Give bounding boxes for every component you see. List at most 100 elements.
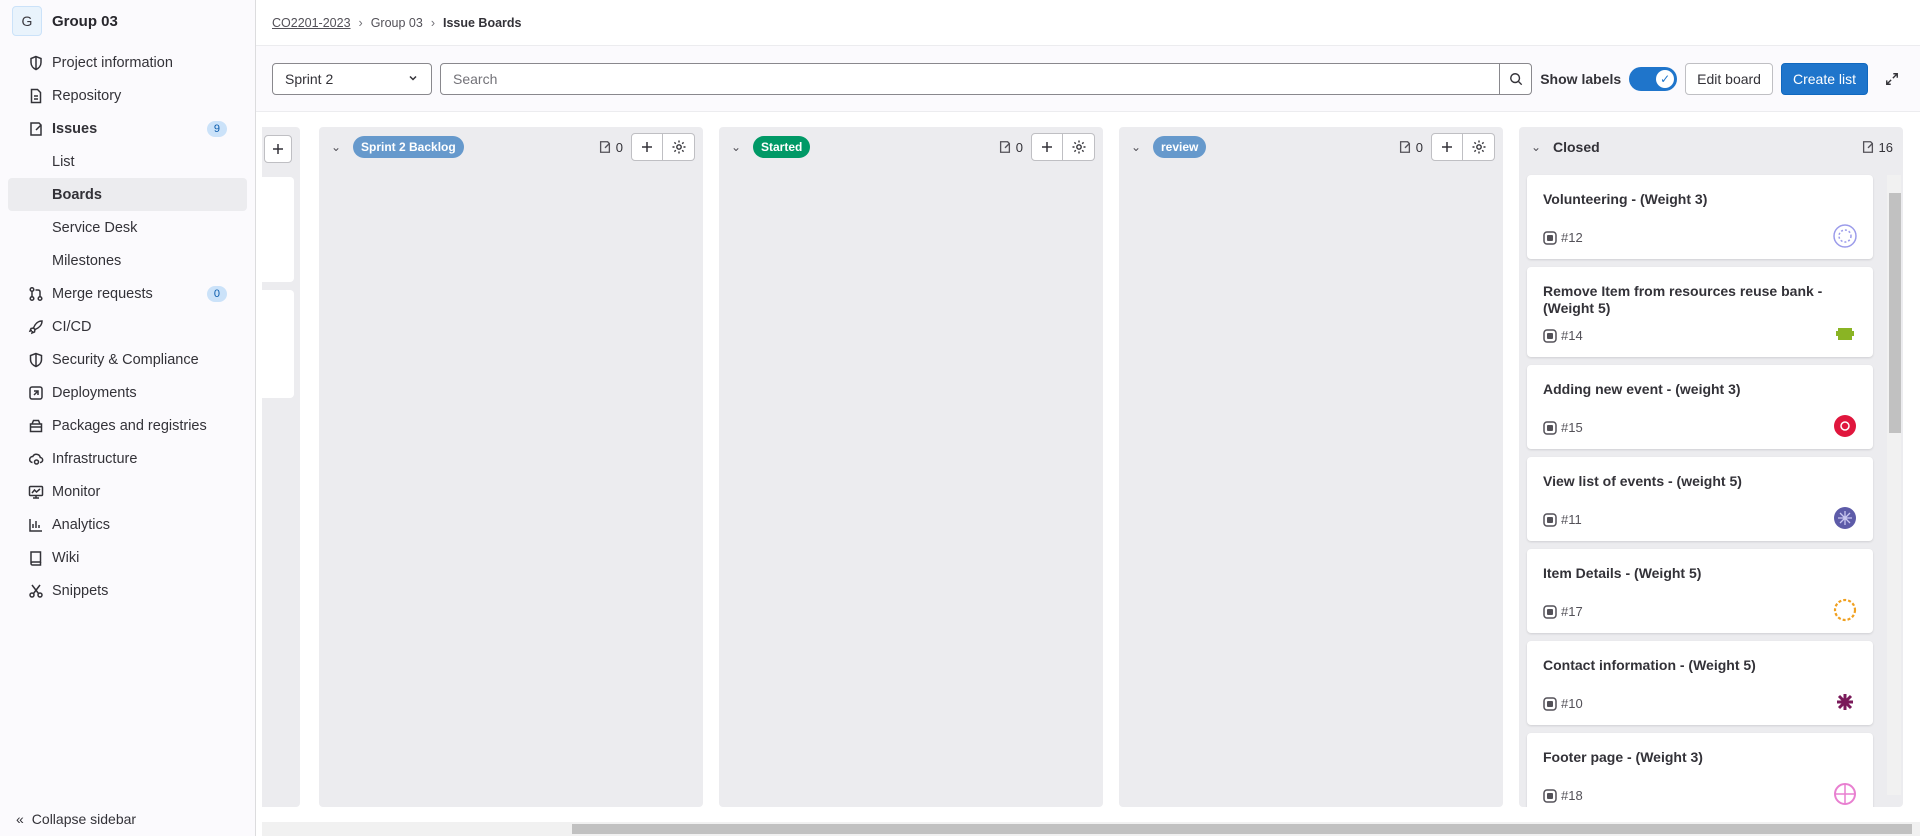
sidebar-item-repository[interactable]: Repository [8, 79, 247, 112]
group-name: Group 03 [52, 12, 118, 30]
issue-title[interactable]: Footer page - (Weight 3) [1527, 733, 1873, 766]
chevron-down-icon[interactable]: ⌄ [731, 140, 747, 154]
issue-title[interactable]: Volunteering - (Weight 3) [1527, 175, 1873, 208]
sidebar-item-issues[interactable]: Issues 9 [8, 112, 247, 145]
assignee-avatar[interactable] [1833, 506, 1857, 530]
scrollbar-thumb[interactable] [572, 824, 1912, 834]
plus-icon [1442, 142, 1452, 152]
edit-board-button[interactable]: Edit board [1685, 62, 1773, 95]
board-selector-dropdown[interactable]: Sprint 2 [272, 62, 432, 95]
list-vertical-scrollbar[interactable] [1887, 175, 1901, 795]
search-button[interactable] [1499, 63, 1531, 94]
show-labels-toggle[interactable]: ✓ [1629, 66, 1678, 91]
breadcrumb-chevron-icon: › [430, 15, 435, 30]
issue-title[interactable]: Remove Item from resources reuse bank - … [1527, 267, 1873, 317]
chevron-double-left-icon: « [16, 811, 24, 827]
chevron-down-icon[interactable]: ⌄ [331, 140, 347, 154]
add-issue-button[interactable] [1431, 133, 1463, 161]
sidebar-header[interactable]: G Group 03 [0, 0, 255, 42]
create-list-button[interactable]: Create list [1780, 62, 1868, 95]
sidebar-item-label: Merge requests [52, 285, 153, 302]
chevron-down-icon[interactable]: ⌄ [1531, 140, 1547, 154]
issue-reference: #10 [1561, 696, 1583, 711]
issue-card-partial[interactable] [262, 177, 294, 282]
list-header: ⌄ Sprint 2 Backlog 0 [319, 127, 703, 167]
issue-reference: #11 [1561, 512, 1582, 527]
issue-count-value: 0 [1015, 139, 1023, 155]
book-icon [28, 550, 44, 566]
board-horizontal-scrollbar[interactable] [262, 822, 1920, 836]
assignee-avatar[interactable] [1833, 414, 1857, 438]
issue-card[interactable]: Volunteering - (Weight 3) #12 [1527, 175, 1873, 259]
issue-card-partial[interactable] [262, 290, 294, 398]
sidebar-item-label: Project information [52, 54, 173, 71]
collapse-sidebar-button[interactable]: « Collapse sidebar [0, 802, 255, 836]
issue-card[interactable]: Contact information - (Weight 5) #10 [1527, 641, 1873, 725]
sidebar-item-label: Service Desk [52, 219, 138, 236]
snippet-icon [28, 583, 44, 599]
list-settings-button[interactable] [1463, 133, 1495, 161]
list-label-pill[interactable]: Started [753, 136, 811, 158]
sidebar-item-snippets[interactable]: Snippets [8, 574, 247, 607]
sidebar-item-boards[interactable]: Boards [8, 178, 247, 211]
breadcrumb-project-link[interactable]: CO2201-2023 [272, 16, 351, 30]
list-title[interactable]: Closed [1553, 139, 1600, 155]
sidebar-item-list[interactable]: List [8, 145, 247, 178]
issue-card[interactable]: Adding new event - (weight 3) #15 [1527, 365, 1873, 449]
assignee-avatar[interactable] [1833, 782, 1857, 806]
sidebar-item-infrastructure[interactable]: Infrastructure [8, 442, 247, 475]
issue-title[interactable]: View list of events - (weight 5) [1527, 457, 1873, 490]
issue-closed-icon [1543, 696, 1557, 711]
monitor-icon [28, 484, 44, 500]
sidebar-item-wiki[interactable]: Wiki [8, 541, 247, 574]
board-list-closed: ⌄ Closed 16 Volunteering - (Weight 3) #1… [1519, 127, 1903, 807]
issue-card[interactable]: Item Details - (Weight 5) #17 [1527, 549, 1873, 633]
check-icon: ✓ [1656, 69, 1675, 88]
assignee-avatar[interactable] [1833, 224, 1857, 248]
issue-card[interactable]: Footer page - (Weight 3) #18 [1527, 733, 1873, 807]
sidebar-item-label: Milestones [52, 252, 122, 269]
sidebar-item-label: Packages and registries [52, 417, 207, 434]
sidebar-item-label: Repository [52, 87, 122, 104]
collapse-sidebar-label: Collapse sidebar [31, 811, 137, 827]
sidebar-item-ci-cd[interactable]: CI/CD [8, 310, 247, 343]
sidebar-item-label: CI/CD [52, 318, 92, 335]
sidebar-item-milestones[interactable]: Milestones [8, 244, 247, 277]
assignee-avatar[interactable] [1833, 690, 1857, 714]
assignee-avatar[interactable] [1833, 598, 1857, 622]
sidebar-item-monitor[interactable]: Monitor [8, 475, 247, 508]
sidebar-item-label: List [52, 153, 75, 170]
issue-card[interactable]: Remove Item from resources reuse bank - … [1527, 267, 1873, 357]
issue-count: 16 [1861, 140, 1893, 155]
show-labels-label: Show labels [1540, 70, 1622, 87]
issue-meta: #15 [1543, 420, 1583, 435]
scrollbar-thumb[interactable] [1889, 193, 1901, 433]
list-label-pill[interactable]: review [1153, 136, 1207, 158]
sidebar-item-analytics[interactable]: Analytics [8, 508, 247, 541]
sidebar-item-merge-requests[interactable]: Merge requests 0 [8, 277, 247, 310]
issue-title[interactable]: Item Details - (Weight 5) [1527, 549, 1873, 582]
add-issue-button[interactable] [264, 135, 292, 163]
list-settings-button[interactable] [1063, 133, 1095, 161]
list-settings-button[interactable] [663, 133, 695, 161]
chevron-down-icon[interactable]: ⌄ [1131, 140, 1147, 154]
sidebar-item-project-information[interactable]: Project information [8, 46, 247, 79]
issue-title[interactable]: Contact information - (Weight 5) [1527, 641, 1873, 674]
list-header: ⌄ Closed 16 [1519, 127, 1903, 167]
breadcrumb-group-link[interactable]: Group 03 [371, 16, 423, 30]
assignee-avatar[interactable] [1833, 322, 1857, 346]
issue-card[interactable]: View list of events - (weight 5) #11 [1527, 457, 1873, 541]
add-issue-button[interactable] [631, 133, 663, 161]
sidebar-item-packages-registries[interactable]: Packages and registries [8, 409, 247, 442]
sidebar-item-deployments[interactable]: Deployments [8, 376, 247, 409]
list-label-pill[interactable]: Sprint 2 Backlog [353, 136, 464, 158]
sidebar-item-label: Snippets [52, 582, 109, 599]
issues-count-badge: 9 [206, 120, 227, 137]
fullscreen-icon[interactable] [1880, 67, 1904, 91]
add-issue-button[interactable] [1031, 133, 1063, 161]
issue-title[interactable]: Adding new event - (weight 3) [1527, 365, 1873, 398]
file-icon [28, 88, 44, 104]
search-input[interactable] [441, 63, 1500, 94]
sidebar-item-service-desk[interactable]: Service Desk [8, 211, 247, 244]
sidebar-item-security-compliance[interactable]: Security & Compliance [8, 343, 247, 376]
